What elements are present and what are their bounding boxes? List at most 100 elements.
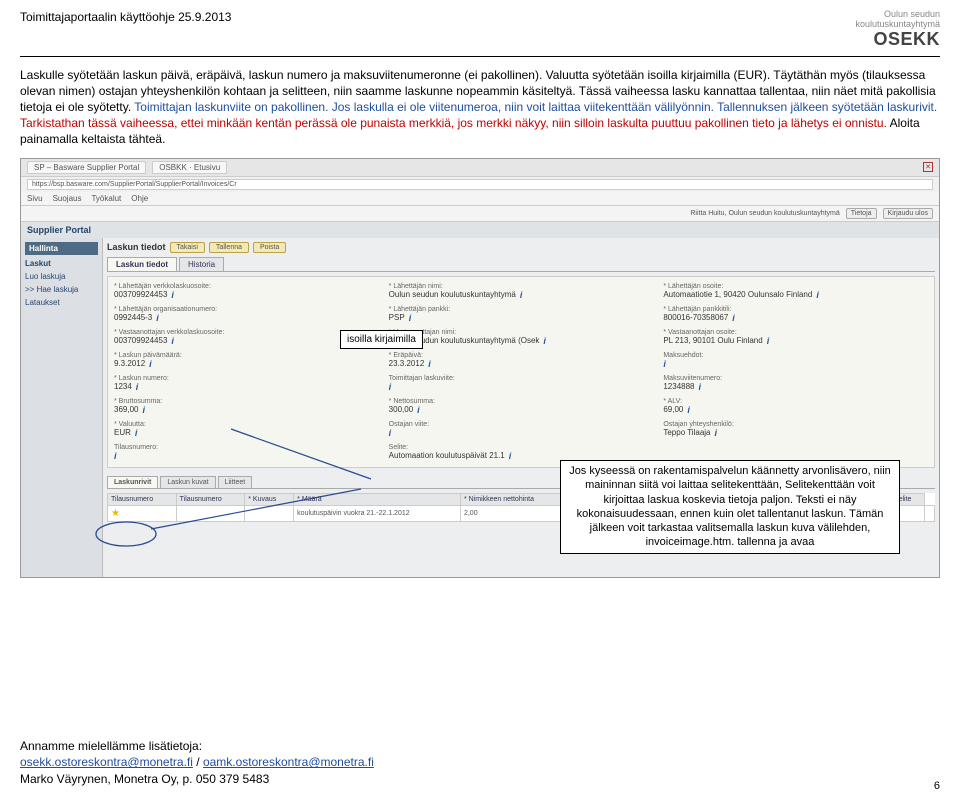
sidebar-item-downloads[interactable]: Lataukset bbox=[25, 296, 98, 309]
grid-cell[interactable] bbox=[176, 505, 245, 521]
field-value[interactable]: 300,00i bbox=[389, 405, 654, 415]
field-label: * Lähettäjän organisaationumero: bbox=[114, 306, 379, 313]
tab-historia[interactable]: Historia bbox=[179, 257, 224, 271]
info-icon[interactable]: i bbox=[389, 382, 392, 392]
back-button[interactable]: Takaisi bbox=[170, 242, 205, 253]
field-value[interactable]: PSPi bbox=[389, 313, 654, 323]
menu-ohje[interactable]: Ohje bbox=[131, 194, 148, 203]
info-icon[interactable]: i bbox=[816, 290, 819, 300]
field-value[interactable]: 0992445-3i bbox=[114, 313, 379, 323]
star-icon[interactable]: ★ bbox=[108, 505, 177, 521]
field-value[interactable]: 003709924453i bbox=[114, 336, 379, 346]
info-icon[interactable]: i bbox=[135, 428, 138, 438]
info-icon[interactable]: i bbox=[149, 359, 152, 369]
field-value[interactable]: 9.3.2012i bbox=[114, 359, 379, 369]
field-value[interactable]: 003709924453i bbox=[114, 290, 379, 300]
form-field: * Vastaanottajan nimi:Oulun seudun koulu… bbox=[389, 329, 654, 346]
field-label: Toimittajan laskuviite: bbox=[389, 375, 654, 382]
field-value[interactable]: 69,00i bbox=[663, 405, 928, 415]
info-icon[interactable]: i bbox=[715, 428, 718, 438]
field-value[interactable]: i bbox=[389, 382, 654, 392]
form-tabs: Laskun tiedot Historia bbox=[107, 257, 935, 272]
field-value[interactable]: Automaatiotie 1, 90420 Oulunsalo Finland… bbox=[663, 290, 928, 300]
info-icon[interactable]: i bbox=[687, 405, 690, 415]
field-label: * Nettosumma: bbox=[389, 398, 654, 405]
field-value[interactable]: 23.3.2012i bbox=[389, 359, 654, 369]
field-value[interactable]: 800016-70358067i bbox=[663, 313, 928, 323]
footer-sep: / bbox=[193, 755, 203, 769]
field-label: * Laskun numero: bbox=[114, 375, 379, 382]
invoice-form: * Lähettäjän verkkolaskuosoite:003709924… bbox=[107, 276, 935, 468]
sidebar-item-search[interactable]: >> Hae laskuja bbox=[25, 283, 98, 296]
form-field: * Vastaanottajan osoite:PL 213, 90101 Ou… bbox=[663, 329, 928, 346]
field-value[interactable]: i bbox=[389, 428, 654, 438]
info-icon[interactable]: i bbox=[520, 290, 523, 300]
doc-title: Toimittajaportaalin käyttöohje 25.9.2013 bbox=[20, 10, 231, 24]
info-icon[interactable]: i bbox=[767, 336, 770, 346]
subtab-attach[interactable]: Liitteet bbox=[218, 476, 253, 488]
address-bar[interactable]: https://bsp.basware.com/SupplierPortal/S… bbox=[27, 179, 933, 190]
delete-button[interactable]: Poista bbox=[253, 242, 286, 253]
grid-cell[interactable] bbox=[925, 505, 935, 521]
field-value[interactable]: i bbox=[114, 451, 379, 461]
browser-tab-osekk[interactable]: OSBKK · Etusivu bbox=[152, 161, 227, 174]
info-icon[interactable]: i bbox=[663, 359, 666, 369]
info-icon[interactable]: i bbox=[142, 405, 145, 415]
field-value[interactable]: 1234i bbox=[114, 382, 379, 392]
field-value[interactable]: 369,00i bbox=[114, 405, 379, 415]
info-icon[interactable]: i bbox=[409, 313, 412, 323]
callout-alv: Jos kyseessä on rakentamispalvelun käänn… bbox=[560, 460, 900, 554]
grid-col-header[interactable]: Tilausnumero bbox=[108, 493, 177, 505]
info-icon[interactable]: i bbox=[171, 336, 174, 346]
info-icon[interactable]: i bbox=[543, 336, 546, 346]
form-field: * Lähettäjän nimi:Oulun seudun koulutusk… bbox=[389, 283, 654, 300]
footer-email1[interactable]: osekk.ostoreskontra@monetra.fi bbox=[20, 755, 193, 769]
page-header: Toimittajaportaalin käyttöohje 25.9.2013… bbox=[20, 10, 940, 54]
info-icon[interactable]: i bbox=[114, 451, 117, 461]
main-title: Laskun tiedot bbox=[107, 242, 166, 252]
menu-tyokalut[interactable]: Työkalut bbox=[91, 194, 121, 203]
form-field: Selite:Automaation koulutuspäivät 21.1i bbox=[389, 444, 654, 461]
grid-col-header[interactable]: * Määrä bbox=[294, 493, 461, 505]
feed-button[interactable]: Tietoja bbox=[846, 208, 877, 219]
field-value[interactable]: PL 213, 90101 Oulu Finlandi bbox=[663, 336, 928, 346]
info-icon[interactable]: i bbox=[428, 359, 431, 369]
sidebar-section: Laskut bbox=[25, 259, 98, 268]
grid-cell[interactable]: koulutuspäivin vuokra 21.-22.1.2012 bbox=[294, 505, 461, 521]
close-icon[interactable]: ✕ bbox=[923, 162, 933, 172]
tab-tiedot[interactable]: Laskun tiedot bbox=[107, 257, 177, 271]
subtab-rows[interactable]: Laskunrivit bbox=[107, 476, 158, 488]
menu-sivu[interactable]: Sivu bbox=[27, 194, 43, 203]
menu-suojaus[interactable]: Suojaus bbox=[53, 194, 82, 203]
grid-col-header[interactable]: * Kuvaus bbox=[245, 493, 294, 505]
field-value[interactable]: Oulun seudun koulutuskuntayhtymä (Oseki bbox=[389, 336, 654, 346]
info-icon[interactable]: i bbox=[509, 451, 512, 461]
grid-col-header[interactable]: Tilausnumero bbox=[176, 493, 245, 505]
field-value[interactable]: Oulun seudun koulutuskuntayhtymäi bbox=[389, 290, 654, 300]
save-button[interactable]: Tallenna bbox=[209, 242, 249, 253]
subtab-images[interactable]: Laskun kuvat bbox=[160, 476, 215, 488]
info-icon[interactable]: i bbox=[156, 313, 159, 323]
footer-email2[interactable]: oamk.ostoreskontra@monetra.fi bbox=[203, 755, 374, 769]
field-value[interactable]: 1234888i bbox=[663, 382, 928, 392]
info-icon[interactable]: i bbox=[171, 290, 174, 300]
info-icon[interactable]: i bbox=[699, 382, 702, 392]
footer-emails: osekk.ostoreskontra@monetra.fi / oamk.os… bbox=[20, 754, 940, 771]
field-value[interactable]: EURi bbox=[114, 428, 379, 438]
info-icon[interactable]: i bbox=[732, 313, 735, 323]
field-value[interactable]: Teppo Tilaajai bbox=[663, 428, 928, 438]
grid-cell[interactable] bbox=[245, 505, 294, 521]
callout-isoilla: isoilla kirjaimilla bbox=[340, 330, 423, 349]
form-field: * Bruttosumma:369,00i bbox=[114, 398, 379, 415]
grid-col-header[interactable]: * Nimikkeen nettohinta bbox=[460, 493, 568, 505]
info-icon[interactable]: i bbox=[417, 405, 420, 415]
logout-button[interactable]: Kirjaudu ulos bbox=[883, 208, 933, 219]
form-field: Tilausnumero:i bbox=[114, 444, 379, 461]
info-icon[interactable]: i bbox=[136, 382, 139, 392]
browser-tab-main[interactable]: SP – Basware Supplier Portal bbox=[27, 161, 146, 174]
sidebar-item-create[interactable]: Luo laskuja bbox=[25, 270, 98, 283]
form-field: Maksuehdot:i bbox=[663, 352, 928, 369]
grid-cell[interactable]: 2,00 bbox=[460, 505, 568, 521]
field-value[interactable]: i bbox=[663, 359, 928, 369]
info-icon[interactable]: i bbox=[389, 428, 392, 438]
